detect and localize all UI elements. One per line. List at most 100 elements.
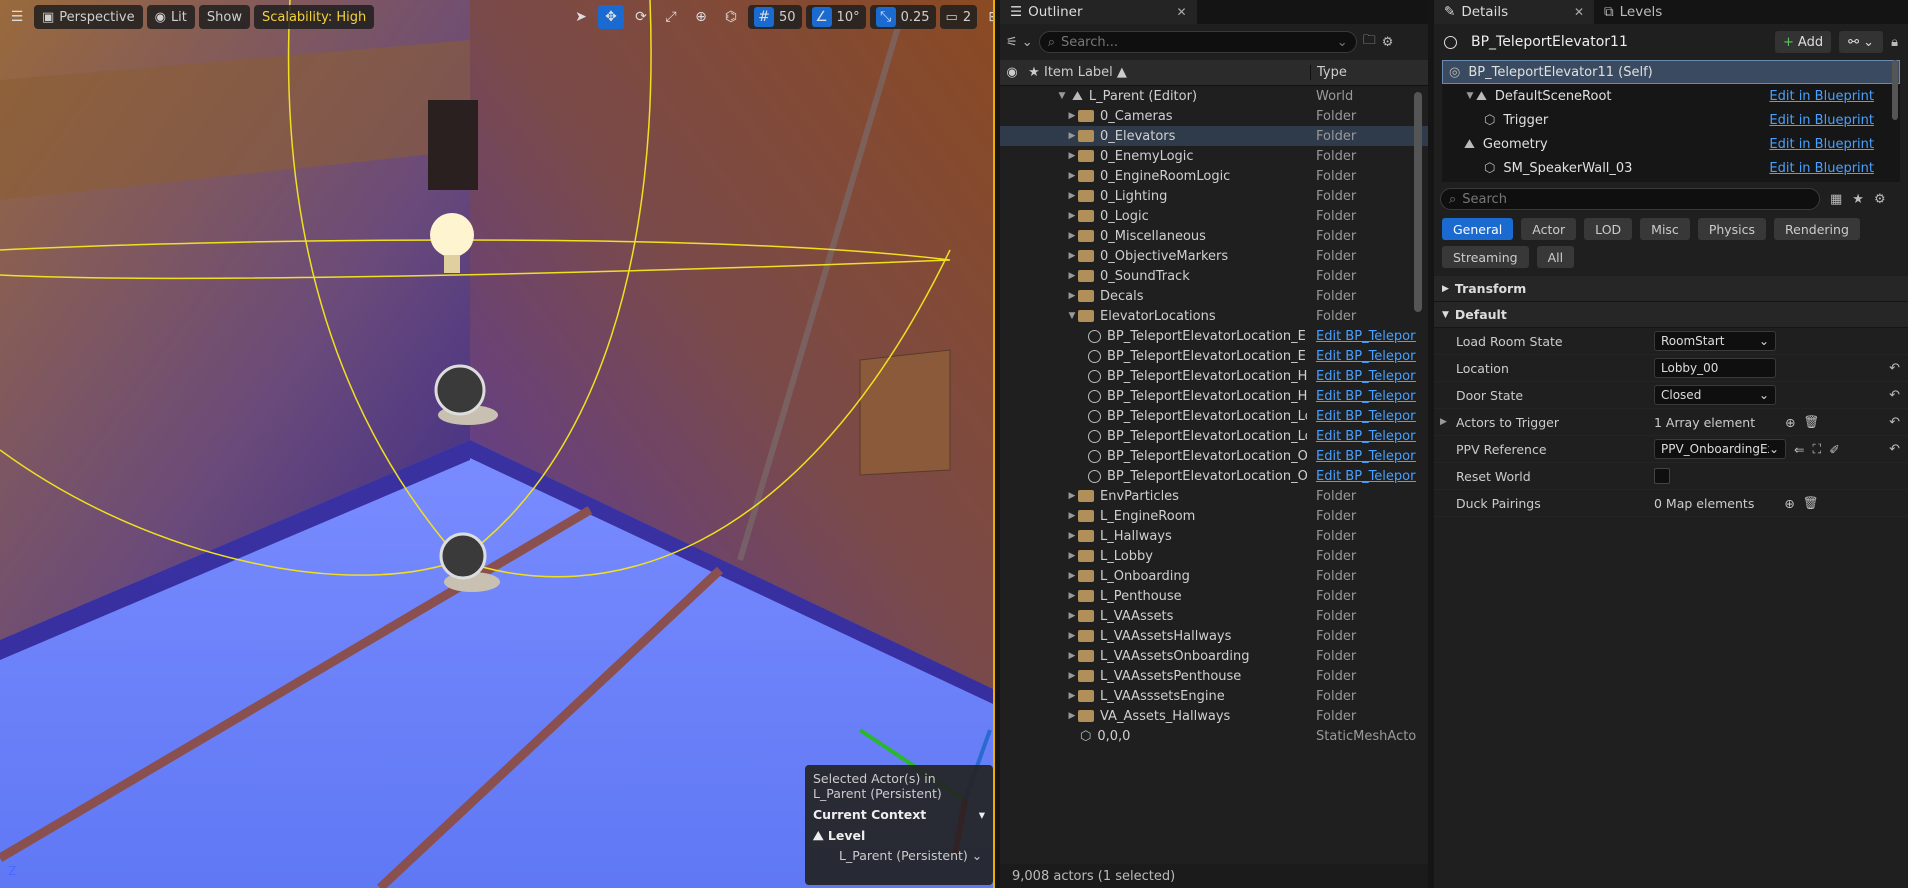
scale-icon[interactable]: ⤢ <box>658 5 684 29</box>
outliner-row[interactable]: ▶ 0_Lighting Folder <box>1000 186 1428 206</box>
rotation-snap-button[interactable]: ∠ 10° <box>805 5 866 29</box>
outliner-row[interactable]: ▼ ⛰ L_Parent (Editor) World <box>1000 86 1428 106</box>
tab-levels[interactable]: ⧉ Levels <box>1594 0 1673 24</box>
edit-blueprint-link[interactable]: Edit BP_Teleport <box>1316 469 1416 484</box>
chevron-right-icon[interactable]: ▶ <box>1066 551 1078 561</box>
tab-outliner[interactable]: ☰ Outliner ✕ <box>1000 0 1197 24</box>
edit-blueprint-link[interactable]: Edit BP_Teleport <box>1316 389 1416 404</box>
category-tab-misc[interactable]: Misc <box>1640 218 1690 240</box>
layout-icon[interactable]: ⊞ <box>981 5 993 29</box>
chevron-right-icon[interactable]: ▶ <box>1066 131 1078 141</box>
category-tab-lod[interactable]: LOD <box>1584 218 1633 240</box>
chevron-right-icon[interactable]: ▶ <box>1066 111 1078 121</box>
reset-icon[interactable]: ↶ <box>1889 415 1900 430</box>
table-view-icon[interactable]: ▦ <box>1830 192 1842 207</box>
chevron-right-icon[interactable]: ▶ <box>1066 211 1078 221</box>
add-element-icon[interactable]: ⊕ <box>1784 496 1794 511</box>
component-scrollbar[interactable] <box>1892 60 1898 120</box>
category-tab-physics[interactable]: Physics <box>1697 218 1767 240</box>
edit-in-blueprint-link[interactable]: Edit in Blueprint <box>1769 137 1874 152</box>
outliner-row[interactable]: ▶ 0_Miscellaneous Folder <box>1000 226 1428 246</box>
translate-icon[interactable]: ✥ <box>598 5 624 29</box>
outliner-row[interactable]: ▶ L_VAAsssetsEngine Folder <box>1000 686 1428 706</box>
load-room-state-combo[interactable]: RoomStart ⌄ <box>1654 331 1776 351</box>
outliner-row[interactable]: ▶ Decals Folder <box>1000 286 1428 306</box>
add-component-button[interactable]: + Add <box>1775 31 1832 53</box>
grid-snap-button[interactable]: #50 <box>748 5 802 29</box>
chevron-right-icon[interactable]: ▶ <box>1066 531 1078 541</box>
chevron-right-icon[interactable]: ▶ <box>1066 671 1078 681</box>
outliner-row[interactable]: BP_TeleportElevatorLocation_Eng Edit BP_T… <box>1000 326 1428 346</box>
edit-blueprint-link[interactable]: Edit BP_Teleport <box>1316 369 1416 384</box>
viewport-scene[interactable] <box>0 0 995 888</box>
settings-icon[interactable]: ⚙ <box>1382 35 1394 50</box>
chevron-right-icon[interactable]: ▶ <box>1066 611 1078 621</box>
details-search-input[interactable]: ⌕ Search <box>1440 188 1820 210</box>
perspective-button[interactable]: ▣ Perspective <box>34 5 143 29</box>
outliner-row[interactable]: ▶ L_VAAssetsHallways Folder <box>1000 626 1428 646</box>
chevron-right-icon[interactable]: ▶ <box>1066 711 1078 721</box>
outliner-row[interactable]: ▶ 0_ObjectiveMarkers Folder <box>1000 246 1428 266</box>
outliner-row[interactable]: BP_TeleportElevatorLocation_Onl Edit BP_T… <box>1000 446 1428 466</box>
chevron-right-icon[interactable]: ▶ <box>1066 291 1078 301</box>
chevron-right-icon[interactable]: ▶ <box>1066 491 1078 501</box>
outliner-row[interactable]: BP_TeleportElevatorLocation_Lob Edit BP_T… <box>1000 426 1428 446</box>
favorite-icon[interactable]: ★ <box>1852 192 1864 207</box>
outliner-row[interactable]: ▶ EnvParticles Folder <box>1000 486 1428 506</box>
ppv-reference-combo[interactable]: PPV_OnboardingExit⌄ <box>1654 439 1786 459</box>
chevron-down-icon[interactable]: ▼ <box>1056 91 1068 101</box>
reset-world-checkbox[interactable] <box>1654 468 1670 484</box>
reset-icon[interactable]: ↶ <box>1889 361 1900 376</box>
category-tab-all[interactable]: All <box>1536 246 1575 268</box>
outliner-search-input[interactable]: ⌕ Search... ⌄ <box>1038 31 1357 53</box>
section-transform[interactable]: ▶ Transform <box>1434 276 1908 302</box>
filter-icon[interactable]: ⚟ ⌄ <box>1006 35 1033 50</box>
picker-icon[interactable]: ✐ <box>1829 442 1839 457</box>
chevron-right-icon[interactable]: ▶ <box>1066 251 1078 261</box>
edit-in-blueprint-link[interactable]: Edit in Blueprint <box>1769 161 1874 176</box>
category-tab-rendering[interactable]: Rendering <box>1774 218 1860 240</box>
blueprint-options-button[interactable]: ⚯ ⌄ <box>1839 31 1884 53</box>
section-default[interactable]: ▼ Default <box>1434 302 1908 328</box>
outliner-row[interactable]: ▶ L_EngineRoom Folder <box>1000 506 1428 526</box>
surface-snap-icon[interactable]: ⌬ <box>718 5 744 29</box>
select-mode-icon[interactable]: ➤ <box>568 5 594 29</box>
edit-in-blueprint-link[interactable]: Edit in Blueprint <box>1769 113 1874 128</box>
chevron-right-icon[interactable]: ▶ <box>1440 417 1447 427</box>
chevron-right-icon[interactable]: ▶ <box>1066 151 1078 161</box>
location-input[interactable]: Lobby_00 <box>1654 358 1776 378</box>
chevron-right-icon[interactable]: ▶ <box>1066 651 1078 661</box>
component-row[interactable]: ▼ ⛰ DefaultSceneRoot Edit in Blueprint <box>1442 84 1900 108</box>
outliner-row[interactable]: ▶ 0_Logic Folder <box>1000 206 1428 226</box>
component-row[interactable]: ◎ BP_TeleportElevator11 (Self) <box>1442 60 1900 84</box>
edit-blueprint-link[interactable]: Edit BP_Teleport <box>1316 329 1416 344</box>
outliner-row[interactable]: ▶ 0_SoundTrack Folder <box>1000 266 1428 286</box>
chevron-right-icon[interactable]: ▶ <box>1066 571 1078 581</box>
component-row[interactable]: ⬡ SM_SpeakerWall_03 Edit in Blueprint <box>1442 156 1900 180</box>
item-label-column[interactable]: Item Label ▲ <box>1044 65 1310 80</box>
lock-icon[interactable]: 🔒︎ <box>1891 35 1898 50</box>
category-tab-streaming[interactable]: Streaming <box>1442 246 1529 268</box>
outliner-row[interactable]: ▶ L_Penthouse Folder <box>1000 586 1428 606</box>
chevron-right-icon[interactable]: ▶ <box>1066 171 1078 181</box>
outliner-row[interactable]: ▶ 0_EnemyLogic Folder <box>1000 146 1428 166</box>
chevron-down-icon[interactable]: ▼ <box>1464 91 1476 101</box>
chevron-right-icon[interactable]: ▶ <box>1066 591 1078 601</box>
current-context-row[interactable]: Current Context ▾ <box>813 807 985 822</box>
chevron-right-icon[interactable]: ▶ <box>1066 691 1078 701</box>
outliner-row[interactable]: ▶ 0_EngineRoomLogic Folder <box>1000 166 1428 186</box>
outliner-row[interactable]: ▶ L_VAAssetsPenthouse Folder <box>1000 666 1428 686</box>
type-column[interactable]: Type <box>1310 65 1347 80</box>
close-icon[interactable]: ✕ <box>1177 5 1187 19</box>
outliner-row[interactable]: BP_TeleportElevatorLocation_Onl Edit BP_T… <box>1000 466 1428 486</box>
add-folder-icon[interactable]: 🗀 <box>1363 31 1376 53</box>
outliner-row[interactable]: ▶ L_VAAssets Folder <box>1000 606 1428 626</box>
chevron-right-icon[interactable]: ▶ <box>1066 191 1078 201</box>
trash-icon[interactable]: 🗑︎ <box>1804 414 1820 430</box>
outliner-scrollbar[interactable] <box>1414 92 1422 312</box>
edit-blueprint-link[interactable]: Edit BP_Teleport <box>1316 449 1416 464</box>
edit-in-blueprint-link[interactable]: Edit in Blueprint <box>1769 89 1874 104</box>
settings-icon[interactable]: ⚙ <box>1874 192 1886 207</box>
edit-blueprint-link[interactable]: Edit BP_Teleport <box>1316 349 1416 364</box>
reset-icon[interactable]: ↶ <box>1889 442 1900 457</box>
